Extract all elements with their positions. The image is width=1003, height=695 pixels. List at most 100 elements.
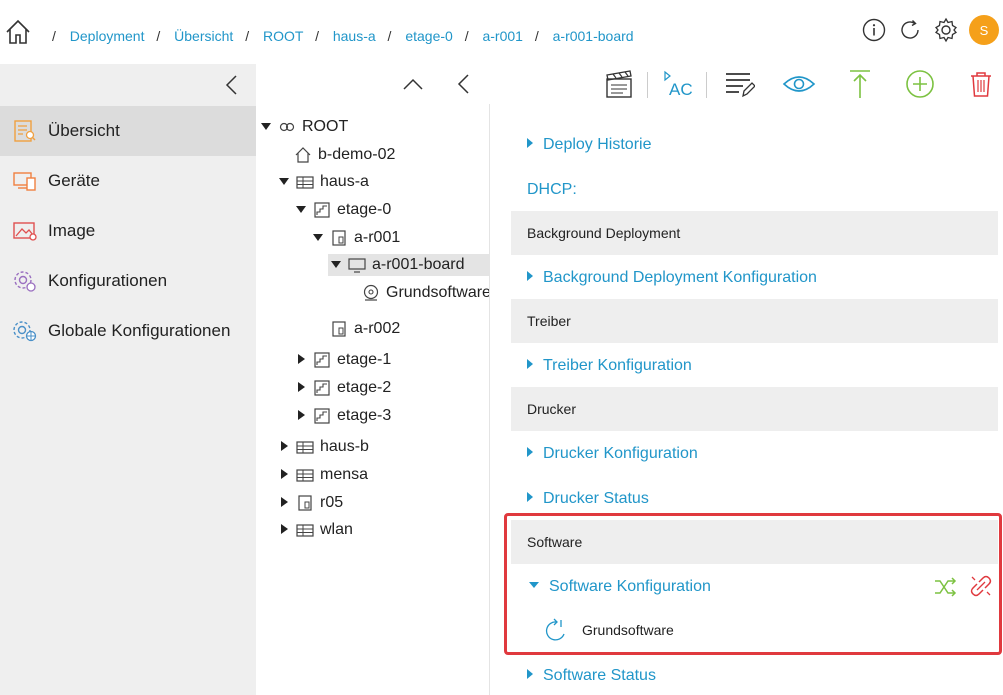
deploy-historie-toggle[interactable]: Deploy Historie xyxy=(527,136,651,154)
treiber-config-toggle[interactable]: Treiber Konfiguration xyxy=(527,357,692,375)
user-avatar[interactable]: S xyxy=(969,15,999,45)
collapse-up-chevron-icon[interactable] xyxy=(402,76,424,92)
expand-arrow-icon[interactable] xyxy=(278,496,292,510)
tree-node-r05[interactable]: r05 xyxy=(278,492,343,514)
building-icon xyxy=(296,438,314,456)
dhcp-heading: DHCP: xyxy=(527,181,577,198)
global-configurations-icon xyxy=(12,319,38,343)
breadcrumb-a-r001-board[interactable]: a-r001-board xyxy=(553,28,634,44)
trash-icon[interactable] xyxy=(964,68,998,100)
image-icon xyxy=(12,219,38,243)
software-status-toggle[interactable]: Software Status xyxy=(527,667,656,685)
sidebar-item-label: Übersicht xyxy=(48,121,120,140)
expand-arrow-icon[interactable] xyxy=(295,203,309,217)
refresh-icon[interactable] xyxy=(897,17,923,43)
tree-node-label: haus-a xyxy=(320,173,369,190)
expand-arrow-icon[interactable] xyxy=(278,440,292,454)
monitor-icon xyxy=(348,256,366,274)
toolbar-divider xyxy=(706,72,707,98)
sidebar-item-uebersicht[interactable]: Übersicht xyxy=(0,106,256,156)
eye-icon[interactable] xyxy=(782,68,816,100)
sidebar-item-label: Konfigurationen xyxy=(48,271,168,290)
breadcrumb-etage-0[interactable]: etage-0 xyxy=(405,28,452,44)
expand-arrow-icon[interactable] xyxy=(295,353,309,367)
breadcrumb-root[interactable]: ROOT xyxy=(263,28,303,44)
tree-node-label: etage-3 xyxy=(337,407,392,424)
drucker-config-toggle[interactable]: Drucker Konfiguration xyxy=(527,445,698,463)
add-circle-icon[interactable] xyxy=(903,68,937,100)
breadcrumb-separator: / xyxy=(464,28,469,44)
tree-node-b-demo-02[interactable]: b-demo-02 xyxy=(278,144,395,166)
expand-caret-icon xyxy=(527,271,533,281)
expand-arrow-icon[interactable] xyxy=(312,231,326,245)
expand-caret-icon xyxy=(527,669,533,679)
background-config-toggle[interactable]: Background Deployment Konfiguration xyxy=(527,269,817,287)
drucker-status-toggle[interactable]: Drucker Status xyxy=(527,490,649,508)
expand-arrow-icon[interactable] xyxy=(260,120,274,134)
tree-node-label: a-r001-board xyxy=(372,256,465,273)
sidebar-item-geraete[interactable]: Geräte xyxy=(0,156,256,206)
breadcrumb-separator: / xyxy=(156,28,161,44)
sidebar-item-image[interactable]: Image xyxy=(0,206,256,256)
sidebar-item-konfigurationen[interactable]: Konfigurationen xyxy=(0,256,256,306)
expand-arrow-icon[interactable] xyxy=(295,381,309,395)
tree-node-label: a-r001 xyxy=(354,229,401,246)
devices-icon xyxy=(12,169,38,193)
tree-node-label: etage-1 xyxy=(337,351,392,368)
breadcrumb-deployment[interactable]: Deployment xyxy=(70,28,145,44)
info-icon[interactable] xyxy=(861,17,887,43)
tree-node-haus-b[interactable]: haus-b xyxy=(278,436,369,458)
tree-node-a-r001-board[interactable]: a-r001-board xyxy=(328,254,489,276)
row-label: Software Status xyxy=(543,667,656,684)
clapperboard-icon[interactable] xyxy=(602,68,636,100)
tree-node-label: wlan xyxy=(320,521,353,538)
tree-node-grundsoftware[interactable]: Grundsoftware xyxy=(358,282,490,304)
list-edit-icon[interactable] xyxy=(722,68,756,100)
row-label: Treiber Konfiguration xyxy=(543,357,692,374)
sidebar-item-globale-konfigurationen[interactable]: Globale Konfigurationen xyxy=(0,306,256,356)
tree-collapse-chevron-left-icon[interactable] xyxy=(456,73,472,95)
expand-arrow-icon[interactable] xyxy=(330,258,344,272)
room-icon xyxy=(330,229,348,247)
tree-node-label: etage-2 xyxy=(337,379,392,396)
tree-node-mensa[interactable]: mensa xyxy=(278,464,368,486)
row-label: Background Deployment Konfiguration xyxy=(543,269,817,286)
upload-arrow-icon[interactable] xyxy=(843,68,877,100)
breadcrumb-a-r001[interactable]: a-r001 xyxy=(482,28,522,44)
tree-node-etage-1[interactable]: etage-1 xyxy=(295,349,391,371)
tree-node-etage-2[interactable]: etage-2 xyxy=(295,377,391,399)
tree-node-etage-0[interactable]: etage-0 xyxy=(295,199,391,221)
expand-arrow-icon[interactable] xyxy=(278,175,292,189)
house-icon xyxy=(294,146,312,164)
tree-node-a-r001[interactable]: a-r001 xyxy=(312,227,400,249)
home-icon[interactable] xyxy=(4,18,32,46)
expand-caret-icon xyxy=(527,447,533,457)
building-icon xyxy=(296,466,314,484)
settings-gear-icon[interactable] xyxy=(933,17,959,43)
expand-arrow-icon[interactable] xyxy=(295,409,309,423)
breadcrumb-uebersicht[interactable]: Übersicht xyxy=(174,28,233,44)
sidebar-collapse-chevron-left-icon[interactable] xyxy=(224,74,240,96)
room-icon xyxy=(330,320,348,338)
sidebar-item-label: Image xyxy=(48,221,96,240)
row-label: Deploy Historie xyxy=(543,136,652,153)
ac-text-icon[interactable]: AC xyxy=(662,68,696,100)
sidebar-item-label: Geräte xyxy=(48,171,100,190)
ac-label: AC xyxy=(669,80,693,99)
expand-arrow-icon[interactable] xyxy=(278,523,292,537)
tree-node-label: r05 xyxy=(320,494,344,511)
breadcrumb-separator: / xyxy=(245,28,250,44)
expand-arrow-icon[interactable] xyxy=(278,468,292,482)
breadcrumb-haus-a[interactable]: haus-a xyxy=(333,28,376,44)
tree-node-label: etage-0 xyxy=(337,201,392,218)
tree-node-wlan[interactable]: wlan xyxy=(278,519,353,541)
tree-node-a-r002[interactable]: a-r002 xyxy=(326,318,400,340)
expand-caret-icon xyxy=(527,492,533,502)
floor-icon xyxy=(313,201,331,219)
breadcrumb-separator: / xyxy=(315,28,319,44)
tree-node-etage-3[interactable]: etage-3 xyxy=(295,405,391,427)
tree-node-haus-a[interactable]: haus-a xyxy=(278,171,369,193)
tree-node-root[interactable]: ROOT xyxy=(260,116,348,138)
overview-icon xyxy=(12,119,38,143)
tree-node-label: Grundsoftware xyxy=(386,284,490,301)
